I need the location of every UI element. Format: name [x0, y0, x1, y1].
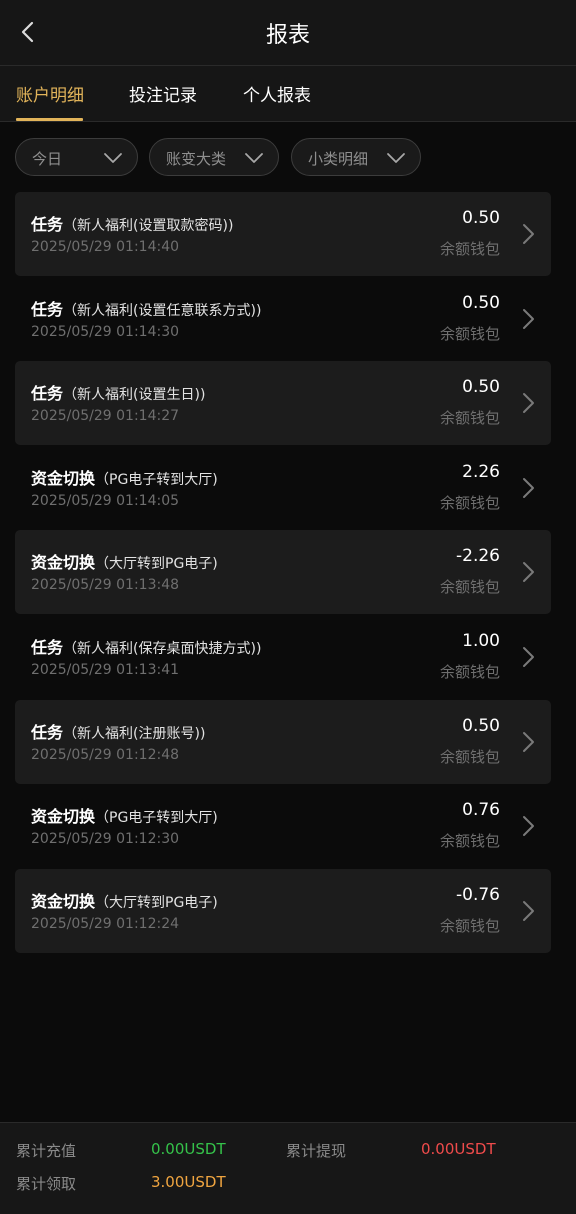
- total-recharge-label: 累计充值: [16, 1142, 77, 1160]
- transaction-title: 资金切换（PG电子转到大厅): [31, 803, 218, 827]
- transaction-type: 资金切换: [31, 553, 96, 573]
- transaction-detail: （大厅转到PG电子): [95, 556, 218, 573]
- summary-footer: 累计充值 0.00USDT 累计提现 0.00USDT 累计领取 3.00USD…: [0, 1122, 576, 1214]
- transaction-type: 任务: [31, 384, 64, 404]
- transaction-time: 2025/05/29 01:12:48: [31, 746, 180, 763]
- transaction-amount: -2.26: [456, 546, 500, 567]
- transaction-detail: （新人福利(注册账号)): [63, 725, 206, 742]
- tab-bar: 账户明细 投注记录 个人报表: [0, 66, 576, 122]
- wallet-label: 余额钱包: [439, 916, 500, 935]
- chevron-down-icon: [387, 153, 405, 163]
- transaction-title: 资金切换（大厅转到PG电子): [31, 888, 218, 912]
- transaction-detail: （新人福利(设置生日)): [63, 387, 206, 404]
- transaction-title: 任务（新人福利(设置取款密码)): [31, 211, 233, 235]
- transaction-amount: 0.50: [462, 715, 500, 736]
- total-claim-value: 3.00USDT: [151, 1173, 226, 1191]
- date-filter-label: 今日: [32, 150, 63, 168]
- tab-account-details[interactable]: 账户明细: [16, 81, 84, 106]
- transaction-type: 任务: [31, 637, 64, 657]
- transaction-title: 任务（新人福利(设置生日)): [31, 380, 205, 404]
- date-filter-dropdown[interactable]: 今日: [15, 138, 138, 176]
- transaction-row[interactable]: 任务（新人福利(设置取款密码)) 2025/05/29 01:14:40 0.5…: [15, 192, 551, 276]
- transaction-time: 2025/05/29 01:14:05: [31, 492, 180, 509]
- transaction-time: 2025/05/29 01:13:41: [31, 661, 180, 678]
- wallet-label: 余额钱包: [439, 662, 500, 681]
- transaction-detail: （新人福利(设置取款密码)): [63, 218, 234, 234]
- transaction-detail: （大厅转到PG电子): [95, 894, 218, 911]
- transaction-amount: 0.50: [462, 377, 500, 398]
- transaction-amount: 2.26: [462, 461, 500, 482]
- chevron-right-icon: [523, 731, 534, 752]
- wallet-label: 余额钱包: [439, 747, 500, 766]
- category-filter-dropdown[interactable]: 账变大类: [149, 138, 279, 176]
- total-recharge-value: 0.00USDT: [151, 1140, 226, 1158]
- total-claim-label: 累计领取: [16, 1175, 77, 1193]
- transaction-type: 任务: [31, 299, 64, 319]
- transaction-detail: （新人福利(设置任意联系方式)): [63, 302, 262, 319]
- transaction-type: 资金切换: [31, 891, 96, 911]
- wallet-label: 余额钱包: [439, 578, 500, 597]
- transaction-row[interactable]: 资金切换（PG电子转到大厅) 2025/05/29 01:14:05 2.26 …: [15, 446, 551, 530]
- transaction-row[interactable]: 资金切换（大厅转到PG电子) 2025/05/29 01:13:48 -2.26…: [15, 530, 551, 615]
- transaction-time: 2025/05/29 01:12:24: [31, 915, 180, 932]
- transaction-title: 资金切换（大厅转到PG电子): [31, 549, 218, 573]
- transaction-row[interactable]: 资金切换（大厅转到PG电子) 2025/05/29 01:12:24 -0.76…: [15, 868, 551, 953]
- transaction-list: 任务（新人福利(设置取款密码)) 2025/05/29 01:14:40 0.5…: [15, 192, 551, 953]
- transaction-time: 2025/05/29 01:14:30: [31, 323, 180, 340]
- wallet-label: 余额钱包: [439, 324, 500, 343]
- wallet-label: 余额钱包: [439, 832, 500, 851]
- chevron-right-icon: [523, 900, 534, 921]
- wallet-label: 余额钱包: [439, 493, 500, 512]
- top-bar: 报表: [0, 0, 576, 66]
- transaction-type: 资金切换: [31, 468, 96, 488]
- transaction-type: 任务: [31, 215, 64, 234]
- chevron-right-icon: [523, 477, 534, 498]
- total-withdraw-value: 0.00USDT: [421, 1140, 496, 1158]
- transaction-type: 资金切换: [31, 807, 96, 827]
- chevron-right-icon: [523, 393, 534, 414]
- transaction-title: 任务（新人福利(保存桌面快捷方式)): [31, 634, 261, 658]
- active-tab-indicator: [16, 118, 83, 121]
- wallet-label: 余额钱包: [439, 409, 500, 428]
- transaction-amount: 0.76: [462, 800, 500, 821]
- transaction-row[interactable]: 任务（新人福利(设置生日)) 2025/05/29 01:14:27 0.50 …: [15, 361, 551, 446]
- subcategory-filter-label: 小类明细: [308, 150, 369, 168]
- category-filter-label: 账变大类: [166, 150, 227, 168]
- transaction-detail: （PG电子转到大厅): [95, 810, 218, 827]
- chevron-right-icon: [523, 646, 534, 667]
- chevron-right-icon: [523, 816, 534, 837]
- transaction-row[interactable]: 资金切换（PG电子转到大厅) 2025/05/29 01:12:30 0.76 …: [15, 784, 551, 868]
- transaction-amount: 1.00: [462, 630, 500, 651]
- tab-personal-report[interactable]: 个人报表: [243, 81, 311, 106]
- transaction-time: 2025/05/29 01:14:40: [31, 239, 180, 255]
- transaction-amount: -0.76: [456, 884, 500, 905]
- transaction-detail: （PG电子转到大厅): [95, 471, 218, 488]
- transaction-row[interactable]: 任务（新人福利(设置任意联系方式)) 2025/05/29 01:14:30 0…: [15, 277, 551, 361]
- transaction-row[interactable]: 任务（新人福利(保存桌面快捷方式)) 2025/05/29 01:13:41 1…: [15, 615, 551, 699]
- transaction-type: 任务: [31, 722, 64, 742]
- chevron-down-icon: [245, 153, 263, 163]
- transaction-title: 资金切换（PG电子转到大厅): [31, 465, 218, 489]
- transaction-row[interactable]: 任务（新人福利(注册账号)) 2025/05/29 01:12:48 0.50 …: [15, 699, 551, 784]
- transaction-time: 2025/05/29 01:14:27: [31, 408, 180, 425]
- transaction-amount: 0.50: [462, 208, 500, 228]
- chevron-right-icon: [523, 224, 534, 244]
- transaction-title: 任务（新人福利(设置任意联系方式)): [31, 296, 261, 320]
- tab-bet-records[interactable]: 投注记录: [129, 81, 197, 106]
- transaction-time: 2025/05/29 01:13:48: [31, 577, 180, 594]
- chevron-down-icon: [104, 153, 122, 163]
- transaction-amount: 0.50: [462, 292, 500, 313]
- total-withdraw-label: 累计提现: [286, 1142, 347, 1160]
- chevron-right-icon: [523, 562, 534, 583]
- filter-bar: 今日 账变大类 小类明细: [0, 138, 576, 178]
- wallet-label: 余额钱包: [439, 240, 500, 258]
- transaction-time: 2025/05/29 01:12:30: [31, 831, 180, 848]
- chevron-right-icon: [523, 308, 534, 329]
- transaction-detail: （新人福利(保存桌面快捷方式)): [63, 640, 262, 657]
- page-title: 报表: [265, 23, 310, 48]
- subcategory-filter-dropdown[interactable]: 小类明细: [291, 138, 421, 176]
- transaction-title: 任务（新人福利(注册账号)): [31, 719, 205, 743]
